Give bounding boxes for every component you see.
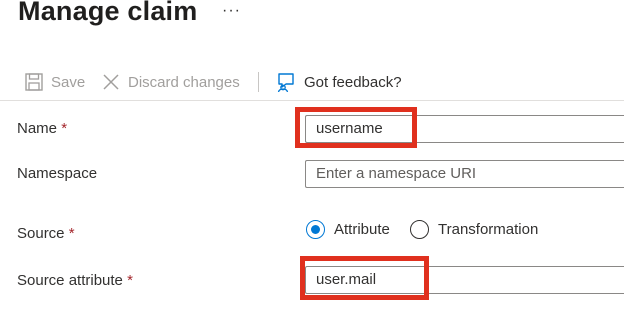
got-feedback-button[interactable]: Got feedback? bbox=[276, 70, 402, 94]
command-bar: Save Discard changes Got feedback? bbox=[0, 64, 624, 101]
source-attribute-radio[interactable]: Attribute bbox=[306, 220, 390, 239]
name-label: Name * bbox=[17, 120, 67, 137]
save-button[interactable]: Save bbox=[25, 70, 85, 94]
source-attribute-label-text: Source attribute bbox=[17, 272, 123, 289]
manage-claim-page: Manage claim ··· Save Discard changes Go… bbox=[0, 0, 624, 310]
toolbar-divider bbox=[258, 72, 259, 92]
required-indicator: * bbox=[61, 120, 68, 137]
source-label: Source * bbox=[17, 225, 75, 242]
save-label: Save bbox=[51, 73, 86, 91]
discard-changes-label: Discard changes bbox=[128, 73, 240, 91]
name-label-text: Name bbox=[17, 120, 58, 137]
feedback-icon bbox=[276, 72, 296, 92]
source-label-text: Source bbox=[17, 225, 65, 242]
source-attribute-option-label: Attribute bbox=[334, 221, 390, 238]
got-feedback-label: Got feedback? bbox=[304, 73, 402, 91]
radio-unchecked-icon bbox=[410, 220, 429, 239]
more-options-button[interactable]: ··· bbox=[222, 2, 241, 20]
namespace-label: Namespace bbox=[17, 165, 98, 182]
source-transformation-option-label: Transformation bbox=[438, 221, 539, 238]
discard-changes-button[interactable]: Discard changes bbox=[102, 70, 240, 94]
name-highlight-box bbox=[295, 107, 417, 148]
namespace-input[interactable]: Enter a namespace URI bbox=[305, 160, 624, 188]
save-icon bbox=[25, 73, 43, 91]
required-indicator: * bbox=[127, 272, 133, 289]
source-transformation-radio[interactable]: Transformation bbox=[410, 220, 538, 239]
source-attribute-highlight-box bbox=[300, 256, 429, 300]
radio-checked-icon bbox=[306, 220, 325, 239]
close-icon bbox=[102, 73, 120, 91]
required-indicator: * bbox=[68, 225, 75, 242]
page-title: Manage claim bbox=[18, 0, 198, 26]
source-attribute-label: Source attribute * bbox=[17, 272, 133, 289]
